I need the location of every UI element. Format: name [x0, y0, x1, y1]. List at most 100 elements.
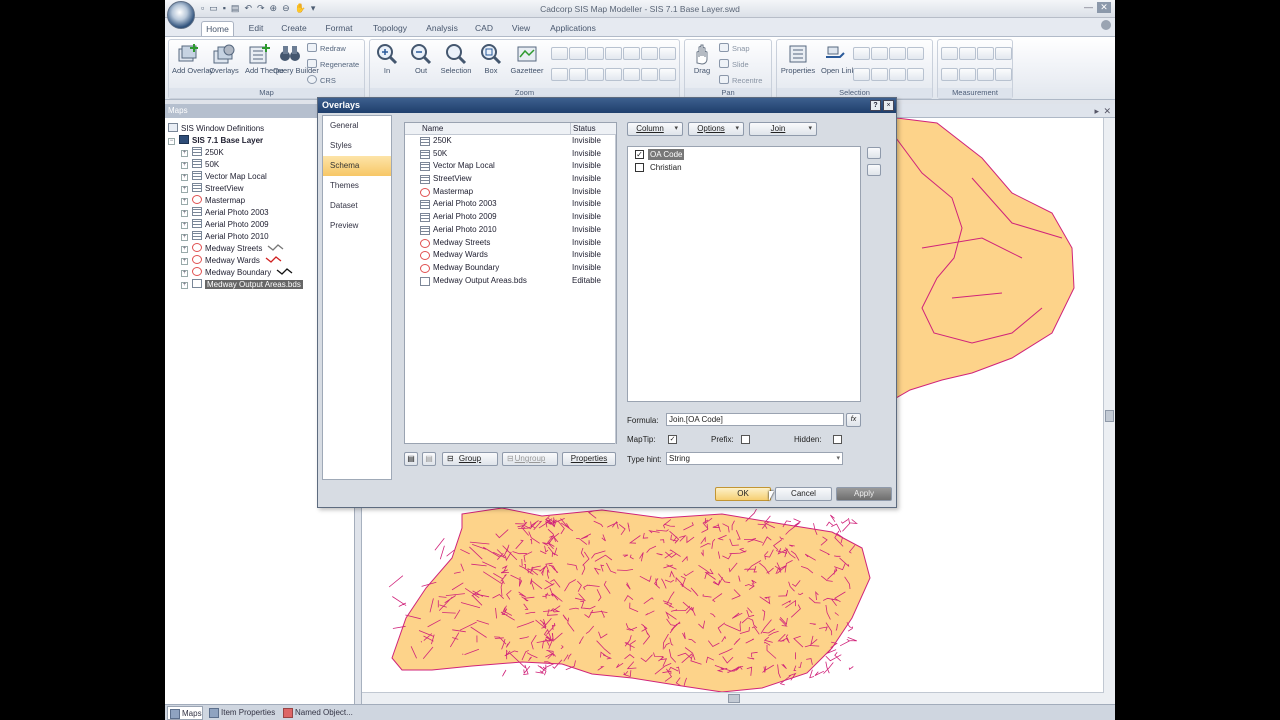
measure-height-icon[interactable]	[959, 68, 976, 81]
type-hint-select[interactable]: String ▾	[666, 452, 843, 465]
overlay-row[interactable]: Medway Wards Invisible	[405, 249, 616, 262]
zoom-out-button[interactable]: Out	[408, 43, 434, 75]
select-filter-icon[interactable]	[853, 68, 870, 81]
tree-item[interactable]: − SIS 7.1 Base Layer	[168, 135, 303, 147]
tree-item[interactable]: + Mastermap	[168, 195, 303, 207]
properties-list-button[interactable]: Properties	[562, 452, 616, 466]
overlay-row[interactable]: Mastermap Invisible	[405, 186, 616, 199]
tree-item[interactable]: + Medway Boundary	[168, 267, 303, 279]
person-icon[interactable]	[641, 68, 658, 81]
select-line-icon[interactable]	[907, 47, 924, 60]
properties-button[interactable]: Properties	[779, 43, 817, 75]
open-link-button[interactable]: Open Link	[821, 43, 855, 75]
home-icon[interactable]	[587, 68, 604, 81]
zoom-previous-icon[interactable]	[587, 47, 604, 60]
snap-button[interactable]: Snap	[719, 43, 750, 53]
zoom-selection-button[interactable]: Selection	[438, 43, 474, 75]
vertical-scroll-thumb[interactable]	[1105, 410, 1114, 422]
map-horizontal-scrollbar[interactable]	[362, 692, 1104, 704]
overlay-row[interactable]: 250K Invisible	[405, 135, 616, 148]
expand-icon[interactable]: +	[181, 210, 188, 217]
apply-button[interactable]: Apply	[836, 487, 892, 501]
tab-edit[interactable]: Edit	[243, 21, 269, 36]
zoom-layer-icon[interactable]	[569, 47, 586, 60]
options-dropdown-button[interactable]: Options	[688, 122, 744, 136]
crs-button[interactable]: CRS	[307, 75, 336, 85]
schema-column-label[interactable]: OA Code	[648, 149, 685, 160]
move-down-button[interactable]: ▤	[422, 452, 436, 466]
move-up-button[interactable]: ▤	[404, 452, 418, 466]
schema-column-label[interactable]: Christian	[648, 162, 684, 173]
close-map-icon[interactable]: ✕	[1103, 106, 1111, 117]
expand-icon[interactable]: +	[181, 246, 188, 253]
column-dropdown-button[interactable]: Column	[627, 122, 683, 136]
expand-icon[interactable]: +	[181, 258, 188, 265]
nav-item-styles[interactable]: Styles	[323, 136, 391, 156]
measure-perimeter-icon[interactable]	[941, 68, 958, 81]
measure-clear-icon[interactable]	[995, 68, 1012, 81]
nav-item-themes[interactable]: Themes	[323, 176, 391, 196]
regenerate-button[interactable]: Regenerate	[307, 59, 359, 69]
zoom-in-button[interactable]: In	[374, 43, 400, 75]
select-invert-icon[interactable]	[889, 68, 906, 81]
expand-icon[interactable]: +	[181, 198, 188, 205]
column-up-icon[interactable]	[867, 147, 881, 159]
overlay-row[interactable]: Medway Output Areas.bds Editable	[405, 275, 616, 288]
help-icon[interactable]	[1101, 20, 1111, 30]
zoom-extent-icon[interactable]	[551, 47, 568, 60]
schema-column-checkbox[interactable]: ✓	[635, 150, 644, 159]
zoom-world-icon[interactable]	[659, 47, 676, 60]
close-window-icon[interactable]: ✕	[1097, 2, 1111, 13]
column-header-status[interactable]: Status	[570, 123, 596, 135]
tab-item-properties[interactable]: Item Properties	[207, 706, 279, 720]
zoom-next-icon[interactable]	[605, 47, 622, 60]
tree-item[interactable]: + Medway Wards	[168, 255, 303, 267]
tab-create[interactable]: Create	[278, 21, 310, 36]
measure-bearing-icon[interactable]	[995, 47, 1012, 60]
tab-applications[interactable]: Applications	[546, 21, 600, 36]
maptip-checkbox[interactable]: ✓	[668, 435, 677, 444]
column-down-icon[interactable]	[867, 164, 881, 176]
slide-button[interactable]: Slide	[719, 59, 749, 69]
overlay-row[interactable]: StreetView Invisible	[405, 173, 616, 186]
tab-cad[interactable]: CAD	[471, 21, 497, 36]
column-header-name[interactable]: Name	[422, 123, 443, 135]
pan-right-icon[interactable]	[569, 68, 586, 81]
expand-icon[interactable]: +	[181, 186, 188, 193]
formula-field[interactable]: Join.[OA Code]	[666, 413, 844, 426]
expand-icon[interactable]: +	[181, 174, 188, 181]
select-area-icon[interactable]	[889, 47, 906, 60]
overlays-button[interactable]: Overlays	[207, 43, 241, 75]
collapse-icon[interactable]: −	[168, 138, 175, 145]
nav-item-schema[interactable]: Schema	[323, 156, 391, 176]
schema-column-list[interactable]: ✓ OA Code Christian	[627, 146, 861, 402]
tree-item[interactable]: + Vector Map Local	[168, 171, 303, 183]
expand-icon[interactable]: +	[181, 234, 188, 241]
expand-icon[interactable]: +	[181, 282, 188, 289]
expand-icon[interactable]: +	[181, 270, 188, 277]
redraw-button[interactable]: Redraw	[307, 43, 346, 53]
hidden-checkbox[interactable]	[833, 435, 842, 444]
overlay-list[interactable]: Name Status 250K Invisible 50K Invisible Vec…	[404, 122, 617, 444]
expand-icon[interactable]: +	[181, 222, 188, 229]
overlay-row[interactable]: Medway Boundary Invisible	[405, 262, 616, 275]
gazetteer-button[interactable]: Gazetteer	[508, 43, 546, 75]
tab-maps[interactable]: Maps	[167, 706, 203, 720]
add-theme-button[interactable]: Add Theme	[245, 43, 284, 75]
measure-angle-icon[interactable]	[977, 47, 994, 60]
nav-item-preview[interactable]: Preview	[323, 216, 391, 236]
bookmark-icon[interactable]	[605, 68, 622, 81]
overlay-row[interactable]: Aerial Photo 2009 Invisible	[405, 211, 616, 224]
zoom-item-icon[interactable]	[623, 47, 640, 60]
tab-analysis[interactable]: Analysis	[422, 21, 462, 36]
nav-item-general[interactable]: General	[323, 116, 391, 136]
tripod-icon[interactable]	[659, 68, 676, 81]
prefix-checkbox[interactable]	[741, 435, 750, 444]
map-vertical-scrollbar[interactable]	[1103, 118, 1115, 704]
nav-item-dataset[interactable]: Dataset	[323, 196, 391, 216]
cancel-button[interactable]: Cancel	[775, 487, 832, 501]
tab-topology[interactable]: Topology	[368, 21, 412, 36]
measure-area-icon[interactable]	[959, 47, 976, 60]
ungroup-button[interactable]: ⊟ Ungroup	[502, 452, 558, 466]
dialog-close-button[interactable]: ×	[883, 100, 894, 111]
